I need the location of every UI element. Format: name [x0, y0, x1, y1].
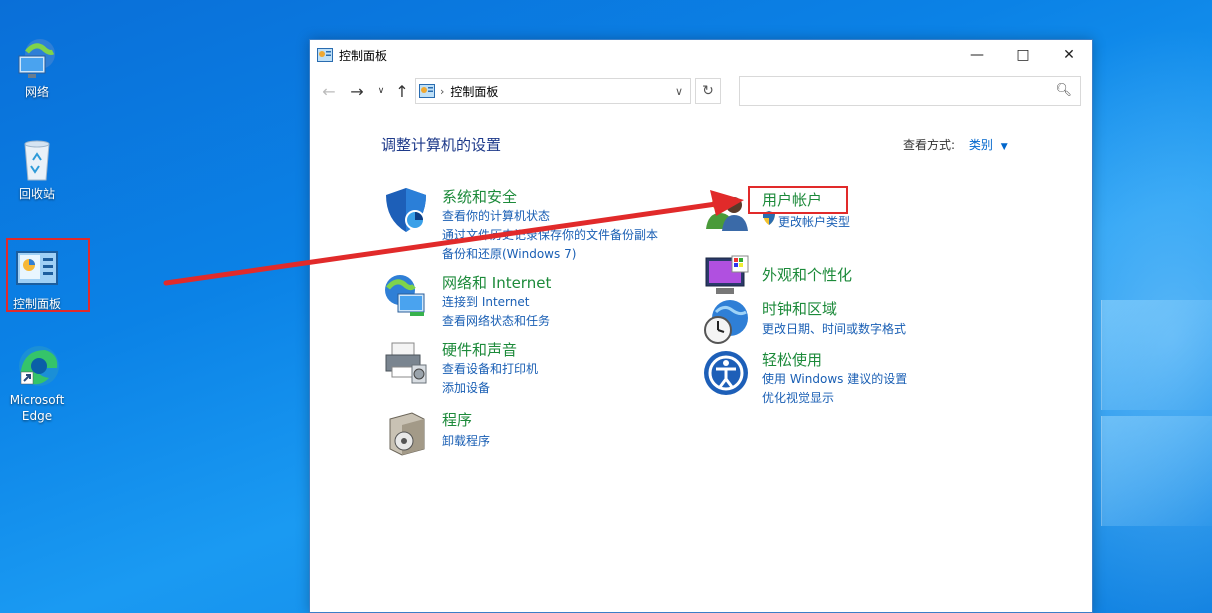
view-by-label: 查看方式: — [903, 138, 956, 152]
view-by-dropdown-icon[interactable]: ▼ — [1001, 142, 1008, 152]
recycle-bin-icon — [24, 140, 50, 181]
user-accounts-icon — [706, 195, 748, 231]
back-arrow-icon[interactable]: ← — [318, 80, 340, 102]
category-title[interactable]: 系统和安全 — [442, 186, 517, 207]
category-link[interactable]: 查看网络状态和任务 — [442, 312, 550, 329]
category-title[interactable]: 程序 — [442, 409, 472, 430]
programs-box-icon — [389, 412, 425, 456]
category-title[interactable]: 时钟和区域 — [762, 298, 837, 319]
category-ease-of-access: 轻松使用 使用 Windows 建议的设置 优化视觉显示 — [702, 349, 1002, 405]
title-bar[interactable]: 控制面板 — □ ✕ — [310, 40, 1092, 70]
desktop-logo-pane — [1101, 300, 1212, 410]
category-clock-region: 时钟和区域 更改日期、时间或数字格式 — [702, 298, 1002, 344]
appearance-monitor-icon — [705, 255, 749, 294]
up-arrow-icon[interactable]: ↑ — [391, 80, 413, 102]
category-link[interactable]: 更改日期、时间或数字格式 — [762, 320, 906, 337]
category-system-security: 系统和安全 查看你的计算机状态 通过文件历史记录保存你的文件备份副本 备份和还原… — [382, 186, 682, 261]
category-link[interactable]: 备份和还原(Windows 7) — [442, 245, 576, 262]
minimize-button[interactable]: — — [954, 40, 1000, 70]
category-link[interactable]: 优化视觉显示 — [762, 389, 834, 406]
window-title: 控制面板 — [339, 48, 388, 63]
category-programs: 程序 卸载程序 — [382, 409, 682, 459]
search-icon: 🔍︎ — [1055, 83, 1072, 98]
control-panel-title-icon — [317, 48, 333, 62]
control-panel-address-icon — [419, 84, 435, 98]
maximize-button[interactable]: □ — [1000, 40, 1046, 70]
view-by-value[interactable]: 类别 — [969, 138, 993, 152]
desktop-icon-label: 回收站 — [18, 187, 55, 201]
category-user-accounts: 用户帐户 更改帐户类型 — [702, 189, 1002, 231]
clock-globe-icon — [704, 300, 748, 344]
desktop-icon-label: 网络 — [24, 85, 49, 99]
recent-locations-chevron-icon[interactable]: ∨ — [370, 80, 392, 102]
printer-icon — [385, 342, 427, 384]
search-input[interactable]: 🔍︎ — [739, 76, 1081, 106]
edge-browser-icon — [19, 346, 59, 386]
category-title[interactable]: 轻松使用 — [762, 349, 822, 370]
category-link[interactable]: 更改帐户类型 — [778, 213, 850, 230]
desktop-logo-pane — [1101, 416, 1212, 526]
desktop-icon-network[interactable]: 网络 — [4, 34, 70, 100]
refresh-button[interactable]: ↻ — [695, 78, 721, 104]
category-title[interactable]: 外观和个性化 — [762, 264, 852, 285]
ease-of-access-icon — [704, 351, 748, 395]
breadcrumb-separator-icon: › — [440, 84, 445, 98]
category-hardware-sound: 硬件和声音 查看设备和打印机 添加设备 — [382, 339, 682, 399]
highlight-box-desktop — [6, 238, 90, 312]
category-link[interactable]: 查看你的计算机状态 — [442, 207, 550, 224]
address-path: 控制面板 — [450, 84, 499, 99]
network-globe-icon — [385, 275, 425, 316]
network-icon — [18, 39, 55, 78]
category-appearance: 外观和个性化 — [702, 252, 1002, 300]
highlight-box-user-accounts — [748, 186, 848, 214]
category-link[interactable]: 查看设备和打印机 — [442, 360, 538, 377]
category-link[interactable]: 添加设备 — [442, 379, 490, 396]
category-link[interactable]: 连接到 Internet — [442, 293, 529, 310]
desktop-icon-label: Microsoft Edge — [9, 393, 65, 423]
control-panel-window: 控制面板 — □ ✕ ← → ∨ ↑ › 控制面板 ∨ ↻ 🔍︎ 调整计算机的设… — [309, 39, 1093, 613]
category-network-internet: 网络和 Internet 连接到 Internet 查看网络状态和任务 — [382, 272, 682, 332]
category-title[interactable]: 硬件和声音 — [442, 339, 517, 360]
address-dropdown-chevron-icon[interactable]: ∨ — [668, 85, 690, 98]
view-by-control[interactable]: 查看方式: 类别 ▼ — [903, 136, 1008, 153]
category-link[interactable]: 通过文件历史记录保存你的文件备份副本 — [442, 226, 658, 243]
forward-arrow-icon[interactable]: → — [346, 80, 368, 102]
category-link[interactable]: 卸载程序 — [442, 432, 490, 449]
close-button[interactable]: ✕ — [1046, 40, 1092, 70]
desktop-icon-recycle-bin[interactable]: 回收站 — [4, 136, 70, 202]
page-heading: 调整计算机的设置 — [381, 136, 502, 154]
desktop-icon-edge[interactable]: Microsoft Edge — [4, 342, 70, 424]
shield-icon — [386, 188, 426, 232]
address-bar[interactable]: › 控制面板 ∨ — [415, 78, 691, 104]
category-link[interactable]: 使用 Windows 建议的设置 — [762, 370, 907, 387]
category-title[interactable]: 网络和 Internet — [442, 272, 551, 293]
